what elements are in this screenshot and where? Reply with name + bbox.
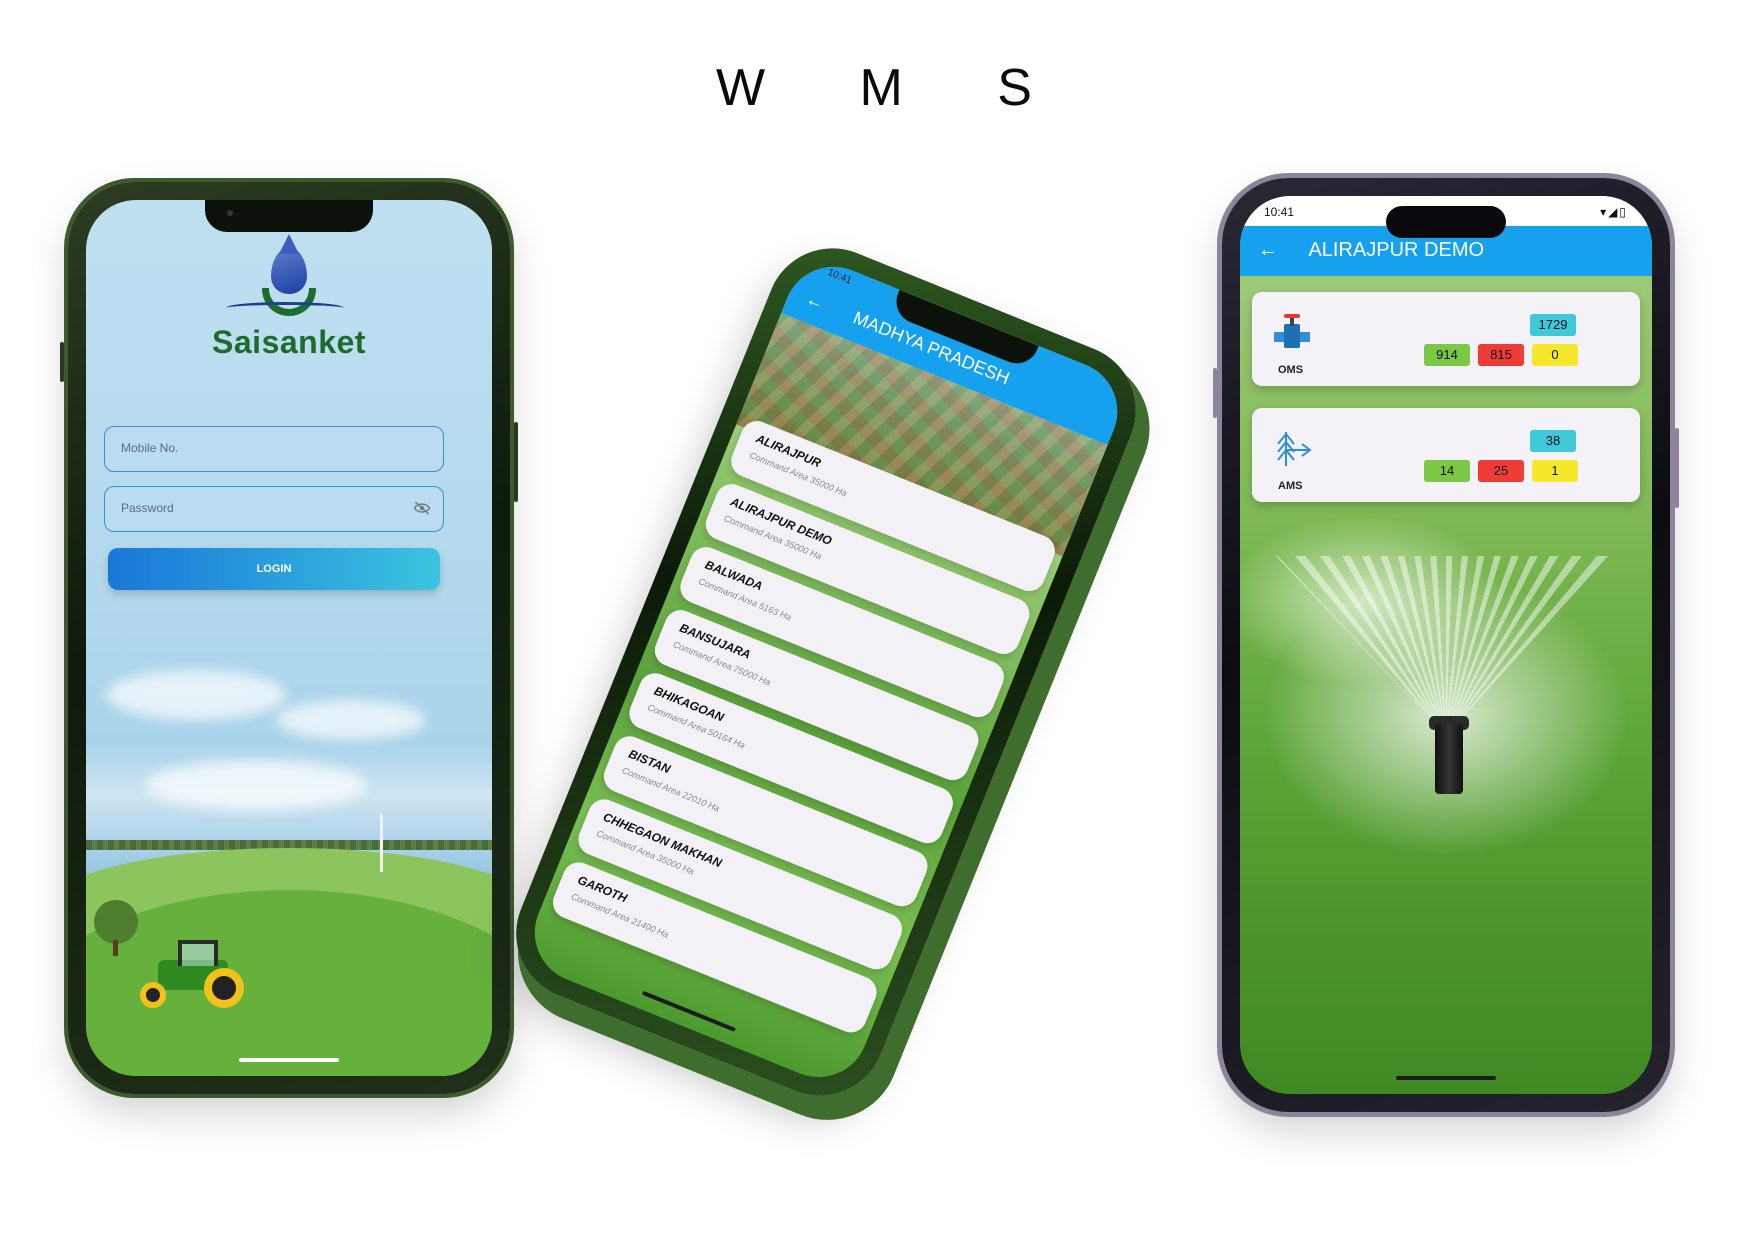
antenna-icon — [1277, 432, 1312, 466]
offline-count-badge: 25 — [1478, 460, 1524, 482]
phone-notch — [205, 200, 373, 232]
cloud — [106, 670, 286, 720]
online-count-badge: 914 — [1424, 344, 1470, 366]
phone-volume-button — [60, 342, 64, 382]
login-button[interactable]: LOGIN — [108, 548, 440, 590]
phone-power-button — [514, 422, 518, 502]
cloud — [276, 700, 426, 740]
phone-list: 10:41 ← MADHYA PRADESH ALIRAJPUR Command… — [496, 228, 1156, 1116]
water-spray — [1276, 556, 1616, 736]
back-arrow-icon[interactable]: ← — [803, 288, 827, 314]
brand-name: Saisanket — [212, 324, 366, 360]
home-indicator — [641, 990, 737, 1032]
home-indicator — [239, 1058, 339, 1062]
mobile-number-field[interactable]: Mobile No. — [104, 426, 444, 472]
tree-trunk — [113, 940, 118, 956]
eye-off-icon[interactable] — [413, 501, 431, 515]
page-title: W M S — [716, 59, 1072, 117]
ams-card[interactable]: AMS 38 14 25 1 — [1252, 408, 1640, 502]
sprinkler-body — [1435, 724, 1463, 794]
valve-icon — [1274, 314, 1310, 348]
phone-login: Saisanket Mobile No. Password LOGIN — [60, 182, 518, 1094]
phone-dashboard: 10:41 ▾◢▯ ← ALIRAJPUR DEMO OMS 1729 914 — [1213, 178, 1679, 1112]
tractor-front-wheel — [140, 982, 166, 1008]
phone-power-button — [1675, 428, 1679, 508]
back-arrow-icon[interactable]: ← — [1258, 239, 1278, 262]
password-field[interactable]: Password — [104, 486, 444, 532]
tractor-cab — [178, 940, 218, 966]
signal-battery-icon: ▾◢▯ — [1600, 205, 1628, 219]
logo-swoosh — [226, 302, 344, 314]
home-indicator — [1396, 1076, 1496, 1080]
app-bar-title: ALIRAJPUR DEMO — [1308, 239, 1485, 261]
dashboard-screen: 10:41 ▾◢▯ ← ALIRAJPUR DEMO OMS 1729 914 — [1240, 196, 1652, 1094]
tractor-rear-wheel — [204, 968, 244, 1008]
wind-turbine — [380, 814, 383, 872]
list-screen: 10:41 ← MADHYA PRADESH ALIRAJPUR Command… — [519, 251, 1133, 1093]
phone-volume-button — [1213, 368, 1217, 418]
tree — [94, 900, 138, 944]
total-count-badge: 1729 — [1530, 314, 1576, 336]
login-screen: Saisanket Mobile No. Password LOGIN — [86, 200, 492, 1076]
warning-count-badge: 1 — [1532, 460, 1578, 482]
oms-card[interactable]: OMS 1729 914 815 0 — [1252, 292, 1640, 386]
tractor-image — [132, 940, 244, 1010]
status-time: 10:41 — [825, 267, 854, 287]
region-list: ALIRAJPUR Command Area 35000 Ha ALIRAJPU… — [544, 416, 1060, 1046]
online-count-badge: 14 — [1424, 460, 1470, 482]
camera-icon — [227, 210, 233, 216]
mobile-number-placeholder: Mobile No. — [121, 441, 179, 455]
status-time: 10:41 — [1264, 205, 1295, 219]
card-label: OMS — [1278, 364, 1304, 376]
mockup-stage: W M S Saisanket Mobile No. Password LOGI… — [0, 0, 1748, 1240]
water-drop-icon — [271, 234, 307, 294]
dynamic-island — [1386, 206, 1506, 238]
password-placeholder: Password — [121, 501, 174, 515]
card-label: AMS — [1278, 480, 1303, 492]
warning-count-badge: 0 — [1532, 344, 1578, 366]
total-count-badge: 38 — [1530, 430, 1576, 452]
cloud — [146, 760, 366, 810]
offline-count-badge: 815 — [1478, 344, 1524, 366]
